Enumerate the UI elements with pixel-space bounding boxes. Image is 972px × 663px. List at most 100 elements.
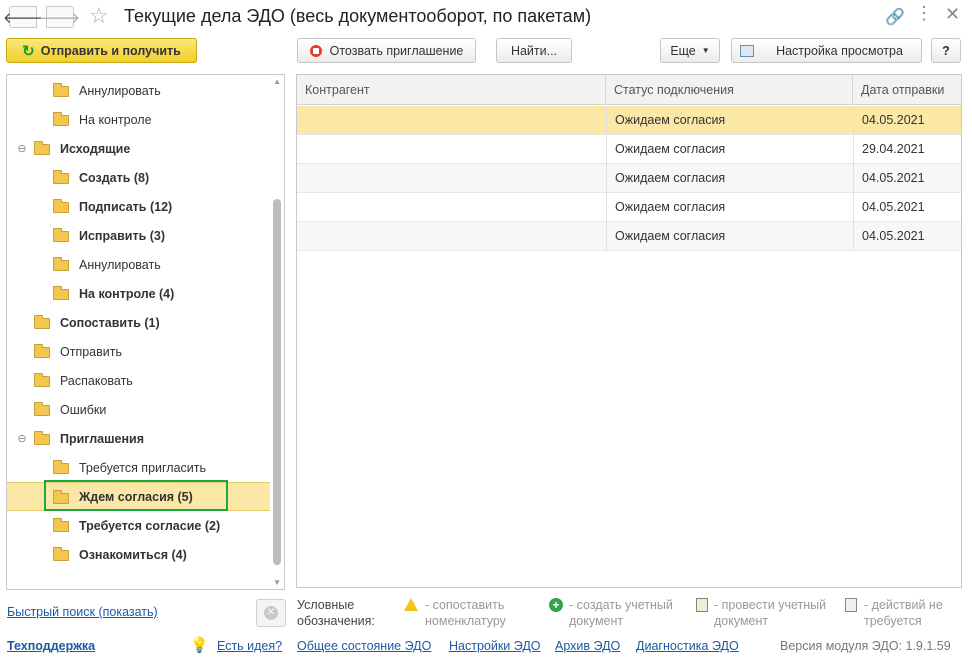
tree-item[interactable]: Подписать (12) [7,192,271,221]
collapse-toggle-icon[interactable]: ⊖ [16,432,28,445]
tree-item[interactable]: Требуется пригласить [7,453,271,482]
counterparty-cell [297,135,606,164]
legend-item-match-line2: номенклатуру [425,614,506,628]
link-icon[interactable]: 🔗 [885,7,905,27]
post-document-icon [696,598,708,612]
tree-item[interactable]: Сопоставить (1) [7,308,271,337]
column-header-counterparty[interactable]: Контрагент [297,75,606,105]
warning-icon [404,598,418,611]
tree-item-label: Отправить [60,344,122,359]
clear-search-button[interactable]: ✕ [256,599,286,627]
tree-item-label: Аннулировать [79,83,161,98]
folder-icon [34,431,50,445]
status-cell: Ожидаем согласия [606,106,853,135]
help-button[interactable]: ? [931,38,961,63]
table-row[interactable]: Ожидаем согласия 04.05.2021 [297,222,961,251]
folder-icon [53,460,69,474]
legend-title-line2: обозначения: [297,614,375,628]
back-button[interactable]: 🡐 [3,6,43,28]
status-cell: Ожидаем согласия [606,193,853,222]
tree-item[interactable]: Требуется согласие (2) [7,511,271,540]
tree-item[interactable]: На контроле (4) [7,279,271,308]
tree-item[interactable]: На контроле [7,105,271,134]
edo-archive-link[interactable]: Архив ЭДО [555,639,620,653]
column-header-status[interactable]: Статус подключения [606,75,853,105]
tree-item[interactable]: ⊖ Приглашения [7,424,271,453]
refresh-icon: ↻ [22,42,35,60]
send-receive-button[interactable]: ↻ Отправить и получить [6,38,197,63]
caret-down-icon: ▼ [701,46,710,55]
table-row[interactable]: Ожидаем согласия 04.05.2021 [297,164,961,193]
counterparty-cell [297,106,606,135]
more-vertical-icon[interactable]: ⋮ [915,3,933,24]
table-row[interactable]: Ожидаем согласия 29.04.2021 [297,135,961,164]
date-cell: 04.05.2021 [853,106,961,135]
legend-item-post: - провести учетный документ [714,597,826,629]
tree-item[interactable]: Распаковать [7,366,271,395]
table-header: Контрагент Статус подключения Дата отпра… [297,75,961,105]
legend-item-create: - создать учетный документ [569,597,673,629]
invitations-table: Контрагент Статус подключения Дата отпра… [296,74,962,588]
tree-item-label: Подписать (12) [79,199,173,214]
date-cell: 04.05.2021 [853,222,961,251]
date-cell: 29.04.2021 [853,135,961,164]
folder-icon [53,547,69,561]
more-label: Еще [670,43,696,58]
tree-item[interactable]: Отправить [7,337,271,366]
find-label: Найти... [510,43,558,58]
status-cell: Ожидаем согласия [606,164,853,193]
legend-item-match: - сопоставить номенклатуру [425,597,506,629]
edo-diagnostics-link[interactable]: Диагностика ЭДО [636,639,739,653]
counterparty-cell [297,222,606,251]
tree-item[interactable]: Ознакомиться (4) [7,540,271,569]
favorite-star-icon[interactable]: ☆ [89,3,109,29]
tree-item[interactable]: ⊖ Исходящие [7,134,271,163]
tree-item[interactable]: Создать (8) [7,163,271,192]
help-label: ? [942,43,950,58]
view-settings-button[interactable]: Настройка просмотра [731,38,922,63]
stop-icon [309,44,322,57]
tree-item-label: На контроле (4) [79,286,175,301]
status-cell: Ожидаем согласия [606,222,853,251]
close-icon[interactable]: ✕ [945,4,960,25]
tree-item-label: Ошибки [60,402,107,417]
scroll-down-icon[interactable]: ▼ [273,578,281,587]
collapse-toggle-icon[interactable]: ⊖ [16,142,28,155]
tree-item[interactable]: Исправить (3) [7,221,271,250]
edo-status-link[interactable]: Общее состояние ЭДО [297,639,431,653]
idea-link[interactable]: Есть идея? [217,639,282,653]
find-button[interactable]: Найти... [496,38,572,63]
arrow-left-icon: 🡐 [2,9,44,27]
table-row[interactable]: Ожидаем согласия 04.05.2021 [297,106,961,135]
plus-circle-icon: + [549,598,563,612]
tree-item[interactable]: Аннулировать [7,76,271,105]
tree-item[interactable]: Аннулировать [7,250,271,279]
folder-icon [53,112,69,126]
arrow-right-icon: 🡒 [39,9,81,27]
date-cell: 04.05.2021 [853,164,961,193]
tree-scrollbar[interactable]: ▲ ▼ [270,75,284,589]
page-title: Текущие дела ЭДО (весь документооборот, … [124,6,592,26]
scroll-thumb[interactable] [273,199,281,565]
forward-button[interactable]: 🡒 [40,6,80,28]
column-header-date[interactable]: Дата отправки [853,75,961,105]
edo-settings-link[interactable]: Настройки ЭДО [449,639,541,653]
scroll-up-icon[interactable]: ▲ [273,77,281,86]
counterparty-cell [297,193,606,222]
quick-search-link[interactable]: Быстрый поиск (показать) [7,605,158,619]
legend-title-line1: Условные [297,598,355,612]
legend-item-none-line2: требуется [864,614,922,628]
folder-icon [53,83,69,97]
folder-icon [53,199,69,213]
table-row[interactable]: Ожидаем согласия 04.05.2021 [297,193,961,222]
counterparty-cell [297,164,606,193]
folder-icon [34,315,50,329]
more-button[interactable]: Еще ▼ [660,38,720,63]
highlight-box [44,480,228,511]
support-link[interactable]: Техподдержка [7,639,95,653]
tree-item[interactable]: Ошибки [7,395,271,424]
tree-item-label: Исходящие [60,141,131,156]
legend-item-create-line1: - создать учетный [569,598,673,612]
legend-item-post-line1: - провести учетный [714,598,827,612]
revoke-invite-button[interactable]: Отозвать приглашение [297,38,476,63]
